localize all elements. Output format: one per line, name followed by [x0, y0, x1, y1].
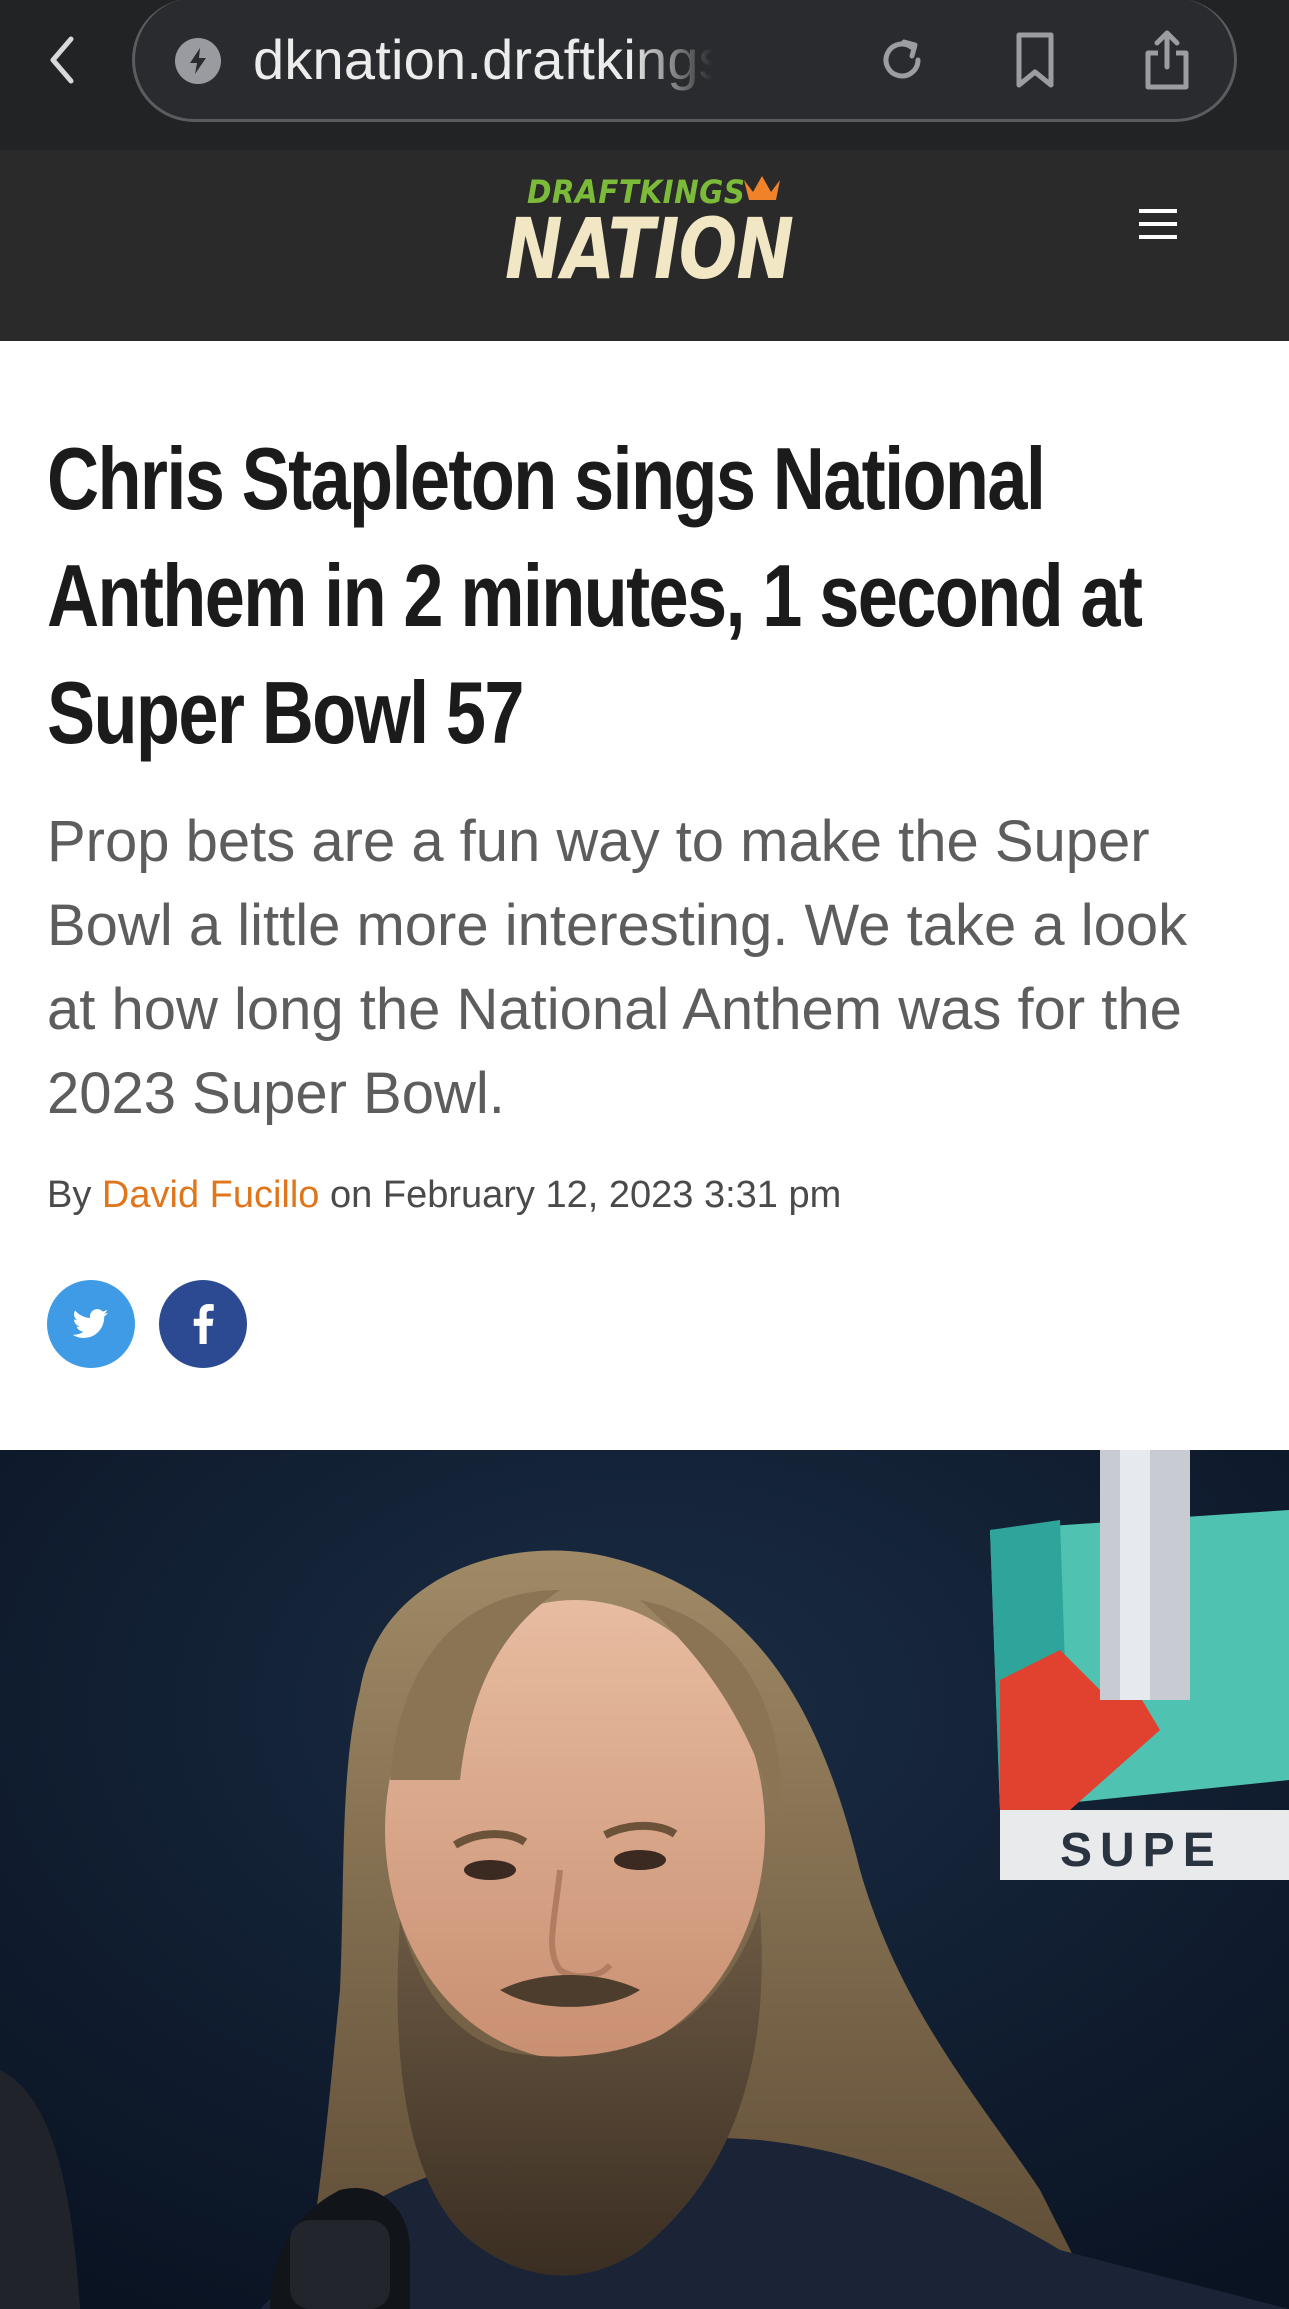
author-link[interactable]: David Fucillo — [102, 1174, 320, 1216]
lightning-icon — [175, 38, 221, 84]
facebook-share-button[interactable] — [159, 1280, 247, 1368]
byline-middle: on — [330, 1174, 373, 1216]
article-headline: Chris Stapleton sings National Anthem in… — [47, 429, 1143, 762]
reload-icon — [883, 39, 921, 79]
article-dek: Prop bets are a fun way to make the Supe… — [47, 809, 1188, 1126]
hamburger-menu-icon — [1139, 209, 1177, 239]
share-icon — [1145, 30, 1189, 90]
publish-date: February 12, 2023 3:31 pm — [382, 1174, 842, 1216]
logo-bottom-text: NATION — [505, 200, 794, 298]
address-bar[interactable]: dknation.draftkings.com — [132, 0, 1237, 122]
browser-toolbar: dknation.draftkings.com — [0, 0, 1289, 150]
menu-button[interactable] — [1134, 200, 1182, 248]
svg-text:SUPE: SUPE — [1060, 1824, 1223, 1877]
reload-button[interactable] — [870, 28, 934, 92]
twitter-share-button[interactable] — [47, 1280, 135, 1368]
bookmark-icon — [1016, 32, 1054, 88]
byline: By David Fucillo on February 12, 2023 3:… — [47, 1170, 1247, 1220]
site-logo[interactable]: DRAFTKINGS NATION — [505, 164, 795, 304]
twitter-icon — [73, 1309, 109, 1338]
site-header: DRAFTKINGS NATION — [0, 150, 1289, 341]
byline-prefix: By — [47, 1174, 92, 1216]
url-text[interactable]: dknation.draftkings.com — [253, 20, 713, 100]
back-icon — [50, 36, 74, 84]
share-page-button[interactable] — [1135, 28, 1199, 92]
hero-image: SUPE — [0, 1450, 1289, 2309]
back-button[interactable] — [36, 28, 88, 92]
crown-icon — [744, 176, 780, 200]
facebook-icon — [193, 1304, 214, 1344]
bookmark-button[interactable] — [1003, 28, 1067, 92]
